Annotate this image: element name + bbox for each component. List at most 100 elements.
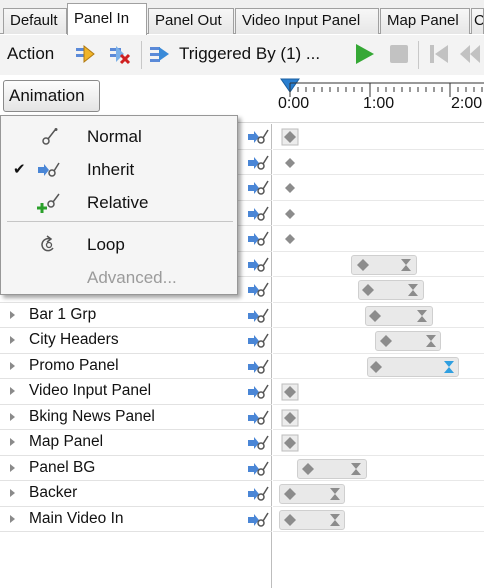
timeline-row[interactable]	[273, 252, 484, 277]
timeline-row[interactable]	[273, 456, 484, 481]
inherit-icon[interactable]	[247, 408, 269, 428]
keyframe-icon[interactable]	[281, 434, 299, 452]
inherit-icon[interactable]	[247, 331, 269, 351]
inherit-icon[interactable]	[247, 306, 269, 326]
inherit-icon[interactable]	[247, 204, 269, 224]
timeline-row[interactable]	[273, 430, 484, 456]
triggered-by-icon[interactable]	[148, 42, 172, 66]
keyframe-end-selected-icon[interactable]	[440, 358, 458, 376]
inherit-icon[interactable]	[247, 153, 269, 173]
track-row[interactable]: Main Video In	[0, 507, 272, 532]
keyframe-icon[interactable]	[281, 230, 299, 248]
keyframe-icon[interactable]	[281, 409, 299, 427]
keyframe-end-icon[interactable]	[397, 256, 415, 274]
inherit-icon[interactable]	[247, 459, 269, 479]
inherit-icon[interactable]	[247, 229, 269, 249]
tab-label: Default	[10, 12, 58, 29]
inherit-icon[interactable]	[247, 510, 269, 530]
timeline-row[interactable]	[273, 150, 484, 175]
expand-arrow-icon[interactable]	[10, 336, 15, 344]
keyframe-icon[interactable]	[281, 383, 299, 401]
timeline-row[interactable]	[273, 481, 484, 507]
timeline-row[interactable]	[273, 226, 484, 252]
inherit-icon[interactable]	[247, 484, 269, 504]
timeline-ruler[interactable]: 0:00 1:00 2:00	[272, 75, 484, 123]
keyframe-icon[interactable]	[299, 460, 317, 478]
timeline-row[interactable]	[273, 303, 484, 328]
timeline-row[interactable]	[273, 201, 484, 226]
keyframe-end-icon[interactable]	[422, 332, 440, 350]
expand-arrow-icon[interactable]	[10, 387, 15, 395]
keyframe-end-icon[interactable]	[404, 281, 422, 299]
menu-item-relative[interactable]: Relative	[1, 186, 237, 219]
inherit-icon[interactable]	[247, 382, 269, 402]
expand-arrow-icon[interactable]	[10, 514, 15, 523]
rewind-icon[interactable]	[458, 42, 482, 66]
menu-item-normal[interactable]: Normal	[1, 120, 237, 153]
expand-arrow-icon[interactable]	[10, 361, 15, 370]
menu-item-inherit[interactable]: ✔ Inherit	[1, 153, 237, 186]
track-row[interactable]: Bar 1 Grp	[0, 303, 272, 328]
skip-to-start-icon[interactable]	[427, 42, 451, 66]
inherit-icon	[37, 159, 61, 181]
timeline-row[interactable]	[273, 175, 484, 201]
keyframe-icon[interactable]	[281, 128, 299, 146]
tab-panel-out[interactable]: Panel Out	[148, 8, 234, 34]
timeline-row[interactable]	[273, 124, 484, 150]
timeline-row[interactable]	[273, 328, 484, 354]
timeline-row[interactable]	[273, 354, 484, 379]
inherit-icon[interactable]	[247, 280, 269, 300]
expand-arrow-icon[interactable]	[10, 463, 15, 472]
inherit-icon[interactable]	[247, 357, 269, 377]
keyframe-icon[interactable]	[281, 179, 299, 197]
track-row[interactable]: Promo Panel	[0, 354, 272, 379]
track-row[interactable]: Panel BG	[0, 456, 272, 481]
keyframe-icon[interactable]	[366, 307, 384, 325]
relative-icon	[37, 192, 61, 214]
play-icon[interactable]	[352, 42, 376, 66]
add-action-icon[interactable]	[74, 42, 98, 66]
remove-action-icon[interactable]	[108, 42, 132, 66]
expand-arrow-icon[interactable]	[10, 438, 15, 446]
keyframe-icon[interactable]	[354, 256, 372, 274]
tab-video-input-panel[interactable]: Video Input Panel	[235, 8, 379, 34]
timeline-area[interactable]	[273, 124, 484, 588]
keyframe-end-icon[interactable]	[326, 485, 344, 503]
tab-overflow[interactable]: C	[471, 8, 484, 34]
expand-arrow-icon[interactable]	[10, 412, 15, 421]
keyframe-icon[interactable]	[281, 205, 299, 223]
inherit-icon[interactable]	[247, 178, 269, 198]
inherit-icon[interactable]	[247, 433, 269, 453]
timeline-row[interactable]	[273, 507, 484, 532]
track-row[interactable]: Bking News Panel	[0, 405, 272, 430]
stop-icon[interactable]	[387, 42, 411, 66]
tab-map-panel[interactable]: Map Panel	[380, 8, 470, 34]
track-row[interactable]: Video Input Panel	[0, 379, 272, 405]
tab-panel-in[interactable]: Panel In	[67, 3, 147, 35]
keyframe-icon[interactable]	[281, 485, 299, 503]
track-row[interactable]: Backer	[0, 481, 272, 507]
timeline-row[interactable]	[273, 405, 484, 430]
animation-button[interactable]: Animation	[3, 80, 100, 112]
keyframe-icon[interactable]	[367, 358, 385, 376]
menu-item-advanced[interactable]: Advanced...	[1, 261, 237, 294]
timeline-row[interactable]	[273, 277, 484, 303]
keyframe-icon[interactable]	[359, 281, 377, 299]
keyframe-end-icon[interactable]	[326, 511, 344, 529]
expand-arrow-icon[interactable]	[10, 489, 15, 497]
keyframe-end-icon[interactable]	[413, 307, 431, 325]
keyframe-icon[interactable]	[281, 511, 299, 529]
triggered-by-label[interactable]: Triggered By (1) ...	[179, 44, 320, 64]
inherit-icon[interactable]	[247, 127, 269, 147]
menu-item-loop[interactable]: Loop	[1, 228, 237, 261]
track-row[interactable]: City Headers	[0, 328, 272, 354]
tab-default[interactable]: Default	[3, 8, 67, 34]
keyframe-end-icon[interactable]	[347, 460, 365, 478]
keyframe-icon[interactable]	[377, 332, 395, 350]
track-row[interactable]: Map Panel	[0, 430, 272, 456]
inherit-icon[interactable]	[247, 255, 269, 275]
timeline-row[interactable]	[273, 379, 484, 405]
tab-label: C	[474, 12, 484, 29]
keyframe-icon[interactable]	[281, 154, 299, 172]
expand-arrow-icon[interactable]	[10, 310, 15, 319]
